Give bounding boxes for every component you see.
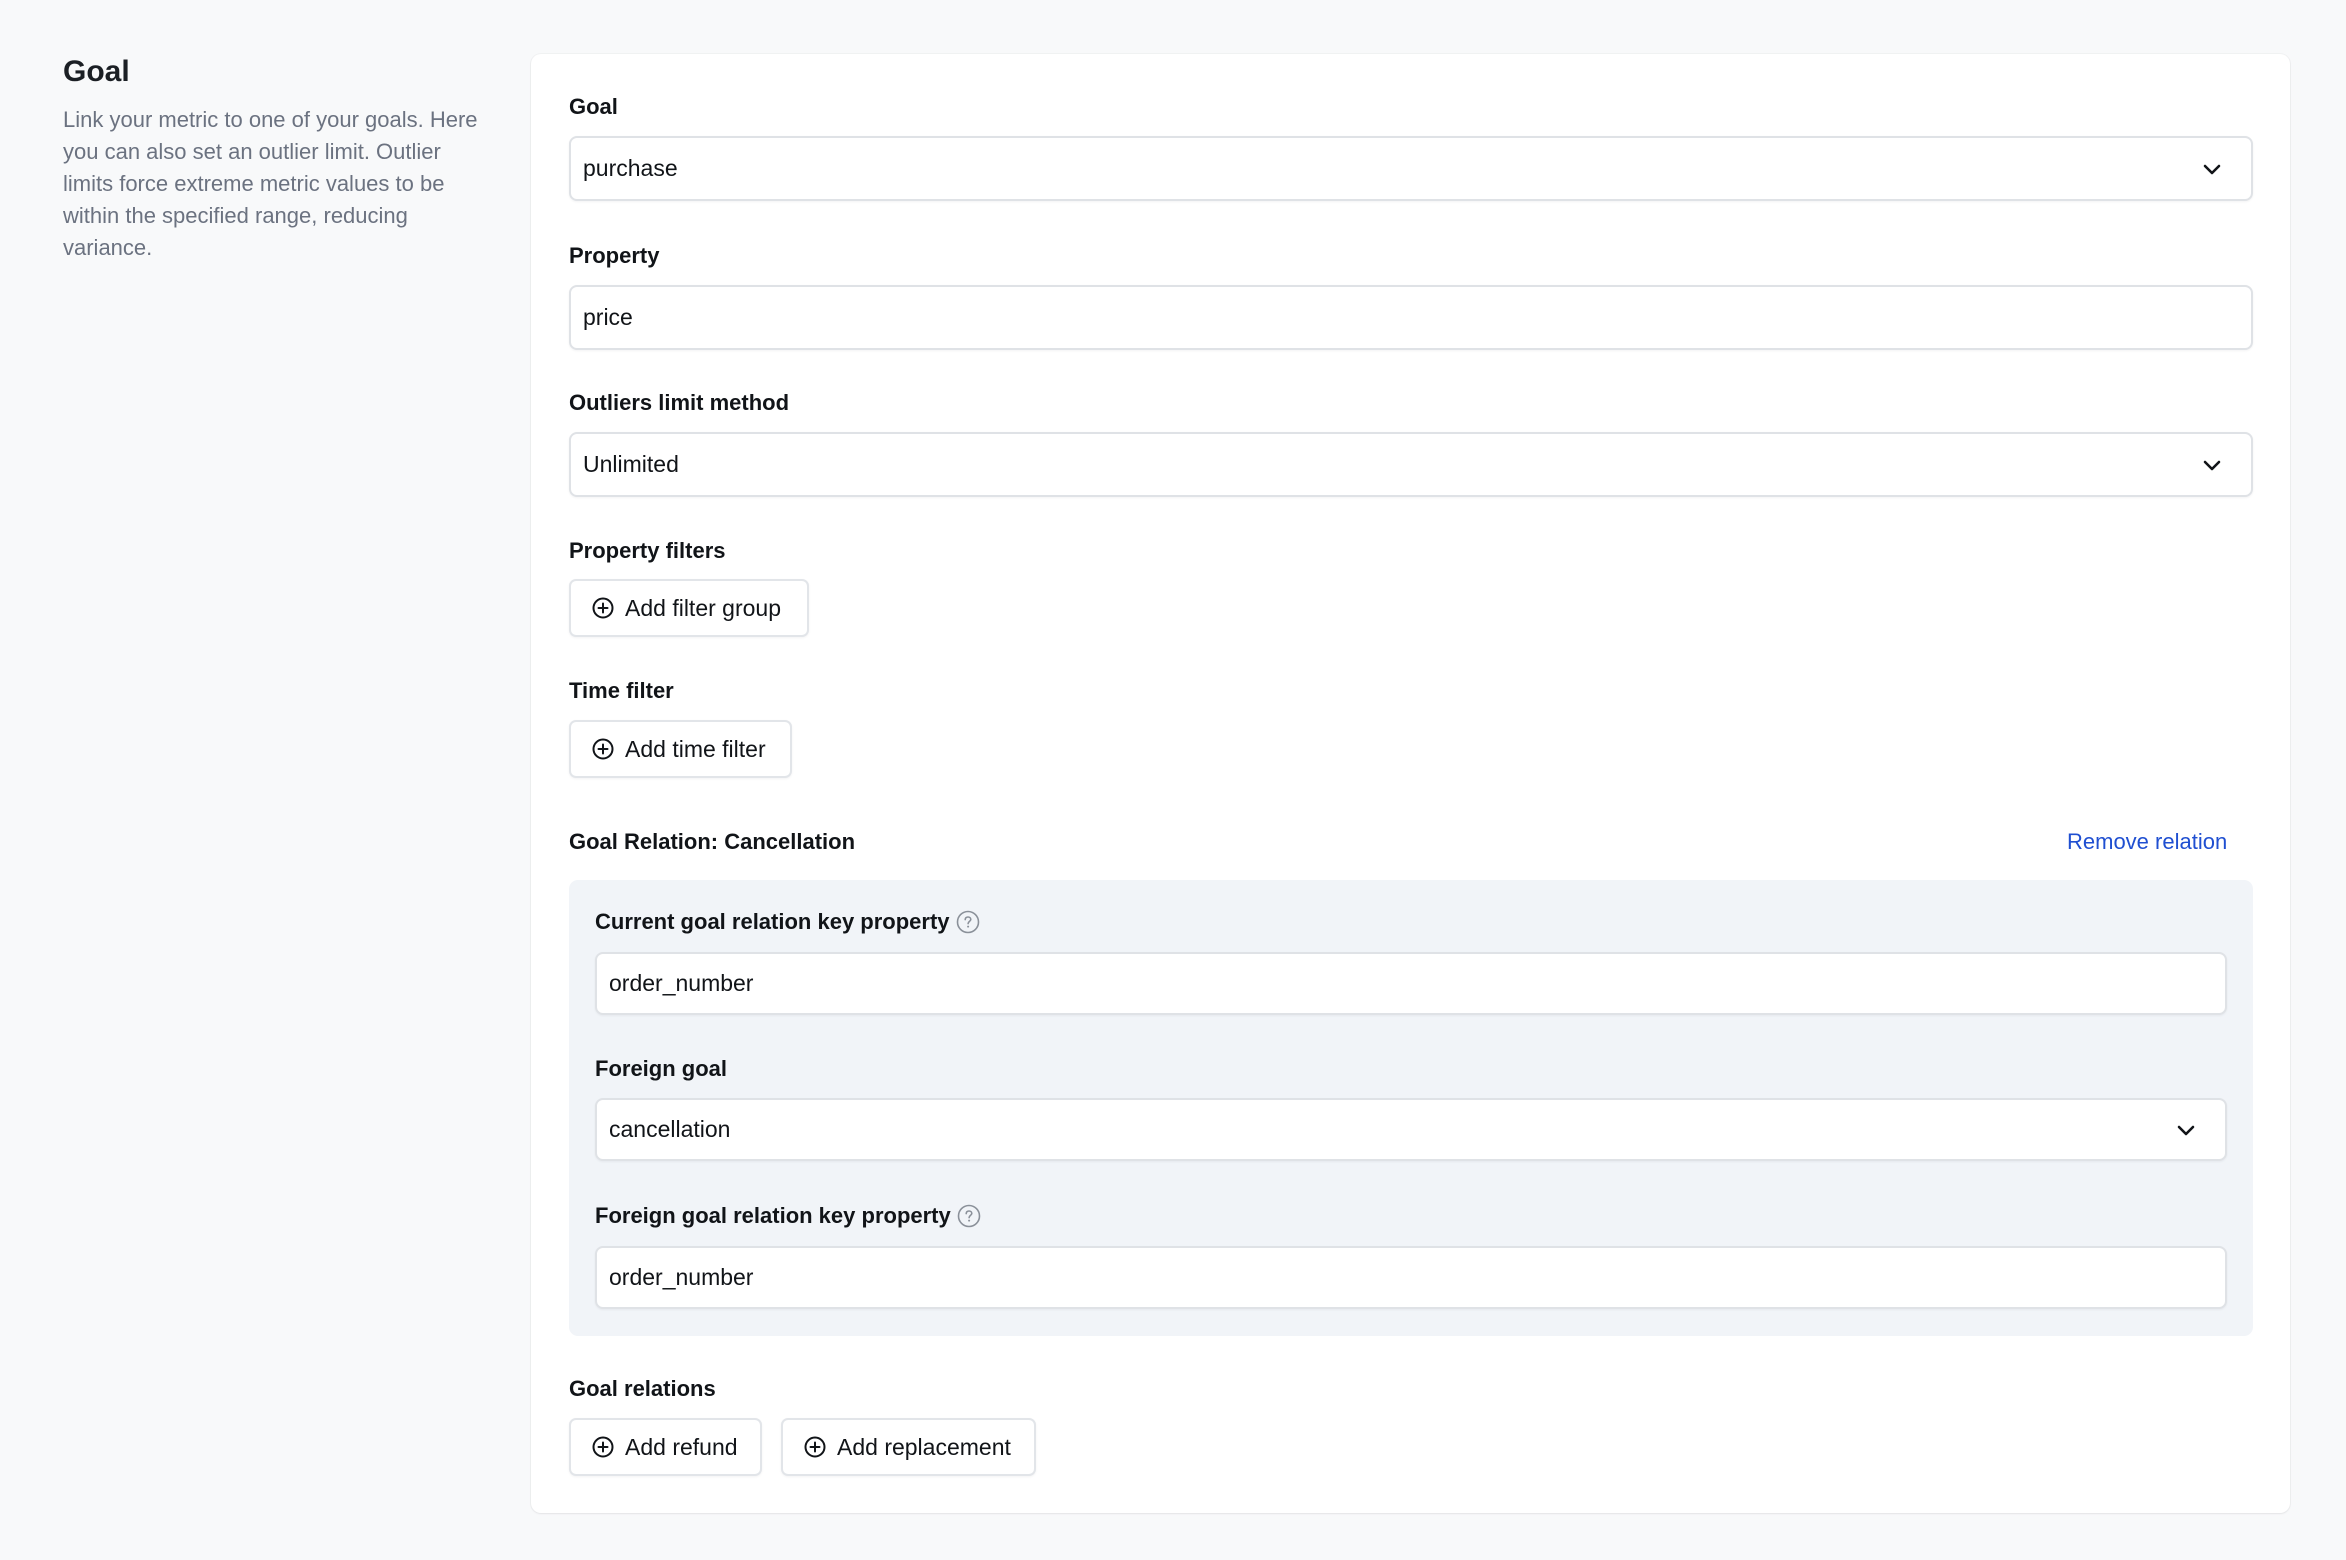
property-label: Property: [569, 243, 660, 268]
add-filter-group-button[interactable]: Add filter group: [569, 579, 809, 637]
goal-select[interactable]: purchase: [569, 136, 2253, 201]
add-replacement-label: Add replacement: [837, 1433, 1011, 1460]
add-filter-group-label: Add filter group: [625, 594, 781, 621]
chevron-down-icon: [2201, 454, 2223, 476]
add-time-filter-button[interactable]: Add time filter: [569, 720, 792, 778]
foreign-key-input[interactable]: order_number: [595, 1246, 2227, 1309]
foreign-goal-label: Foreign goal: [595, 1056, 727, 1081]
property-filters-label: Property filters: [569, 538, 726, 563]
property-input[interactable]: price: [569, 285, 2253, 350]
plus-circle-icon: [803, 1435, 827, 1459]
property-input-value: price: [583, 304, 633, 330]
add-refund-label: Add refund: [625, 1433, 738, 1460]
time-filter-label: Time filter: [569, 678, 674, 703]
current-key-input-value: order_number: [609, 970, 754, 996]
remove-relation-link[interactable]: Remove relation: [2067, 827, 2227, 857]
goal-select-value: purchase: [583, 155, 678, 181]
goal-label: Goal: [569, 94, 618, 119]
foreign-goal-select-value: cancellation: [609, 1116, 731, 1142]
plus-circle-icon: [591, 596, 615, 620]
foreign-goal-select[interactable]: cancellation: [595, 1098, 2227, 1161]
help-circle-icon[interactable]: [956, 910, 980, 934]
chevron-down-icon: [2201, 158, 2223, 180]
add-replacement-button[interactable]: Add replacement: [781, 1418, 1036, 1476]
section-intro: Goal Link your metric to one of your goa…: [63, 52, 493, 264]
foreign-key-input-value: order_number: [609, 1264, 754, 1290]
foreign-key-label-text: Foreign goal relation key property: [595, 1203, 951, 1228]
current-key-label: Current goal relation key property: [595, 907, 980, 937]
help-circle-icon[interactable]: [957, 1204, 981, 1228]
outliers-label: Outliers limit method: [569, 390, 790, 415]
goal-relations-label: Goal relations: [569, 1376, 716, 1401]
outliers-select[interactable]: Unlimited: [569, 432, 2253, 497]
add-refund-button[interactable]: Add refund: [569, 1418, 762, 1476]
outliers-select-value: Unlimited: [583, 451, 679, 477]
section-description: Link your metric to one of your goals. H…: [63, 107, 478, 260]
current-key-input[interactable]: order_number: [595, 952, 2227, 1015]
plus-circle-icon: [591, 737, 615, 761]
foreign-key-label: Foreign goal relation key property: [595, 1201, 981, 1231]
plus-circle-icon: [591, 1435, 615, 1459]
chevron-down-icon: [2175, 1119, 2197, 1141]
current-key-label-text: Current goal relation key property: [595, 909, 950, 934]
add-time-filter-label: Add time filter: [625, 735, 766, 762]
goal-relation-title: Goal Relation: Cancellation: [569, 829, 856, 854]
section-title: Goal: [63, 55, 130, 88]
